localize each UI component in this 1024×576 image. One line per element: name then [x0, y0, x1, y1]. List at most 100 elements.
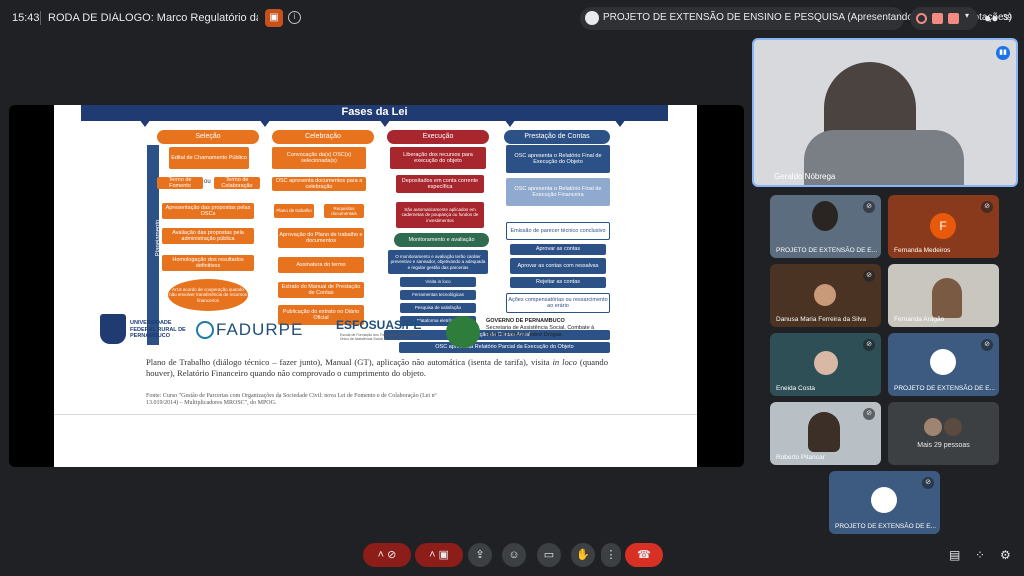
mic-off-icon: ⊘ — [981, 339, 993, 351]
flow-box: Ferramentas tecnológicas — [400, 290, 476, 300]
participant-tile[interactable]: F ⊘ Fernanda Medeiros — [888, 195, 999, 258]
avatar-logo — [930, 349, 956, 375]
captions-icon[interactable]: ▭ — [537, 543, 561, 567]
avatar-photo — [924, 418, 942, 436]
mic-off-icon: ⊘ — [863, 339, 875, 351]
flow-box: Monitoramento e avaliação — [394, 233, 489, 247]
participant-video — [808, 412, 840, 452]
esfosuas-sublabel: Escola de Formação dos Trabalhadores do … — [340, 333, 421, 341]
flow-box: Pesquisa de satisfação — [400, 303, 476, 313]
flow-box: Termo de Fomento — [157, 177, 203, 189]
slide-title-bar: Fases da Lei — [81, 105, 668, 121]
participant-tile[interactable]: ⊘ PROJETO DE EXTENSÃO DE E... — [770, 195, 881, 258]
participant-name: Danusa Maria Ferreira da Silva — [776, 316, 866, 323]
slide-source: Fonte: Curso "Gestão de Parcerias com Or… — [146, 393, 437, 407]
participant-tile[interactable]: ⊘ PROJETO DE EXTENSÃO DE E... — [888, 333, 999, 396]
column-header-selecao: Seleção — [157, 130, 259, 144]
avatar-photo — [814, 351, 838, 375]
caption-icon[interactable] — [948, 13, 959, 24]
presenting-icon[interactable]: ▣ — [265, 9, 283, 27]
chat-icon[interactable]: ▤ — [949, 548, 960, 562]
top-bar: 15:43 RODA DE DIÁLOGO: Marco Regulatório… — [0, 0, 1024, 38]
mic-off-icon: ⊘ — [863, 408, 875, 420]
mic-off-icon: ⊘ — [922, 477, 934, 489]
flow-box: Apresentação das propostas pelas OSCs — [162, 203, 254, 219]
participant-tile[interactable]: ⊘ Roberto Pitancar — [770, 402, 881, 465]
microphone-button[interactable]: ˄ ⊘ — [363, 543, 411, 567]
camera-button[interactable]: ˄ ▣ — [415, 543, 463, 567]
esfosuas-label: ESFOSUAS/PE — [336, 318, 422, 332]
pernambuco-seal — [446, 316, 480, 348]
arrow-down-icon — [614, 119, 626, 127]
body-text-part: Plano de Trabalho (diálogo técnico – faz… — [146, 357, 553, 367]
divider — [40, 11, 41, 25]
participant-name: Roberto Pitancar — [776, 454, 825, 461]
mic-off-icon: ⊘ — [981, 201, 993, 213]
participant-name: Fernanda Aragão — [894, 316, 945, 323]
present-screen-icon[interactable]: ⇪ — [468, 543, 492, 567]
flow-box: Visita in loco — [400, 277, 476, 287]
emoji-icon[interactable]: ☺ — [502, 543, 526, 567]
chevron-down-icon[interactable]: ▾ — [965, 11, 969, 20]
or-label: ou — [204, 179, 211, 185]
activities-icon[interactable]: ⁘ — [975, 548, 985, 562]
flow-box: Convocação da(s) OSC(s) selecionada(s) — [272, 147, 366, 169]
fadurpe-label: FADURPE — [216, 320, 304, 339]
participant-name: PROJETO DE EXTENSÃO DE E... — [894, 385, 996, 392]
more-participants-label: Mais 29 pessoas — [917, 442, 970, 449]
participant-tile[interactable]: ⊘ PROJETO DE EXTENSÃO DE E... — [829, 471, 940, 534]
participant-count: 39 — [1003, 13, 1012, 22]
meeting-title: RODA DE DIÁLOGO: Marco Regulatório da So… — [48, 12, 258, 24]
info-icon[interactable]: i — [288, 11, 301, 24]
flow-box: Aprovar as contas — [510, 244, 606, 255]
gov-title: GOVERNO DE PERNAMBUCO — [486, 318, 565, 324]
flow-box: Requisitos documentais — [324, 204, 364, 218]
arrow-down-icon — [504, 119, 516, 127]
participant-name: Fernanda Medeiros — [894, 247, 951, 254]
planning-label: Planejamento — [155, 219, 162, 257]
flow-box: Aprovação do Plano de trabalho e documen… — [278, 228, 364, 248]
participant-tile[interactable]: ⊘ Eneida Costa — [770, 333, 881, 396]
more-participants-tile[interactable]: Mais 29 pessoas — [888, 402, 999, 465]
flow-box: Extrato do Manual de Prestação de Contas — [278, 282, 364, 298]
transcript-icon[interactable] — [932, 13, 943, 24]
avatar-logo — [871, 487, 897, 513]
participant-video — [932, 278, 962, 318]
participant-tile[interactable]: Fernanda Aragão — [888, 264, 999, 327]
speaking-icon: ▮▮ — [996, 46, 1010, 60]
flow-box: Avaliação das propostas pela administraç… — [162, 228, 254, 244]
shared-slide: Fases da Lei Seleção Celebração Execução… — [54, 105, 697, 467]
flow-box: OSC apresenta documentos para a celebraç… — [272, 177, 366, 191]
flow-box: Termo de Colaboração — [214, 177, 260, 189]
avatar-photo — [944, 418, 962, 436]
flow-box: OSC apresenta o Relatório Final de Execu… — [506, 178, 610, 206]
column-header-prestacao: Prestação de Contas — [504, 130, 610, 144]
flow-box: São automaticamente aplicados em caderne… — [396, 202, 484, 228]
flow-box: Assinatura do termo — [278, 257, 364, 273]
flow-box: Rejeitar as contas — [510, 277, 606, 288]
presenter-avatar-icon — [585, 11, 599, 25]
flow-ellipse: Art.6 acordo de cooperação quando não en… — [168, 279, 248, 311]
mic-off-icon: ⊘ — [863, 270, 875, 282]
fadurpe-logo — [196, 321, 214, 339]
avatar-photo — [814, 284, 836, 306]
flow-box: OSC apresenta Relatório Parcial da Execu… — [399, 342, 610, 353]
government-label: GOVERNO DE PERNAMBUCO Secretaria de Assis… — [486, 318, 606, 339]
participant-tile-speaker[interactable]: ▮▮ Geraldo Nóbrega — [752, 38, 1018, 187]
record-icon[interactable] — [916, 13, 927, 24]
column-header-celebracao: Celebração — [272, 130, 374, 144]
raise-hand-icon[interactable]: ✋ — [571, 543, 595, 567]
column-header-execucao: Execução — [387, 130, 489, 144]
participant-tile[interactable]: ⊘ Danusa Maria Ferreira da Silva — [770, 264, 881, 327]
host-controls-icon[interactable]: ⚙ — [1000, 548, 1011, 562]
slide-logo-footer — [54, 414, 697, 467]
flow-box: Edital de Chamamento Público — [169, 147, 249, 169]
people-icon: ●● — [984, 11, 999, 25]
flow-box: Liberação dos recursos para execução do … — [390, 147, 486, 169]
participant-name: PROJETO DE EXTENSÃO DE E... — [835, 523, 937, 530]
leave-call-button[interactable]: ☎ — [625, 543, 663, 567]
more-options-icon[interactable]: ⋮ — [601, 543, 621, 567]
arrow-down-icon — [139, 119, 151, 127]
participant-name: PROJETO DE EXTENSÃO DE E... — [776, 247, 878, 254]
gov-subtitle: Secretaria de Assistência Social, Combat… — [486, 324, 595, 338]
